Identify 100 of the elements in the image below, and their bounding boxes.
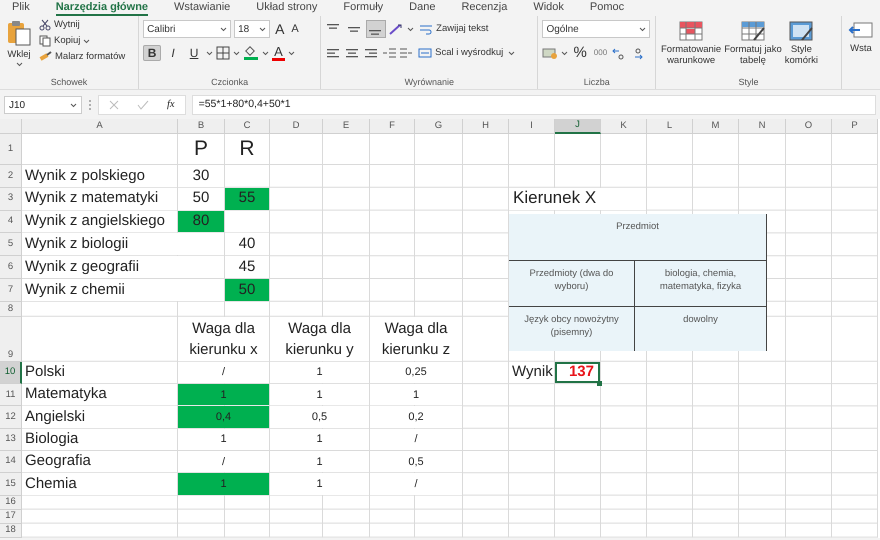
sheet-cell[interactable]: 0,4 xyxy=(178,406,269,428)
menu-tab[interactable]: Pomoc xyxy=(590,0,624,16)
column-header[interactable]: L xyxy=(647,119,693,134)
percent-button[interactable]: % xyxy=(571,46,589,60)
row-header[interactable]: 4 xyxy=(0,210,22,234)
align-icon[interactable] xyxy=(363,46,380,60)
paste-button[interactable]: Wklej xyxy=(4,18,34,75)
row-header[interactable]: 7 xyxy=(0,278,22,302)
column-header[interactable]: N xyxy=(739,119,786,134)
bold-button[interactable]: B xyxy=(143,45,162,61)
row-header[interactable]: 16 xyxy=(0,496,22,510)
grip-icon xyxy=(88,99,92,111)
name-box[interactable]: J10 xyxy=(4,96,82,114)
column-header[interactable]: G xyxy=(415,119,463,134)
font-name-field[interactable]: Calibri xyxy=(143,20,232,38)
row-header[interactable]: 10 xyxy=(0,362,22,384)
currency-icon[interactable] xyxy=(542,46,558,60)
indent-icon[interactable] xyxy=(382,46,396,60)
row-header[interactable]: 9 xyxy=(0,316,22,362)
fill-color-icon[interactable] xyxy=(243,46,260,60)
column-header[interactable]: I xyxy=(509,119,555,134)
column-header[interactable]: K xyxy=(601,119,647,134)
menu-tab[interactable]: Formuły xyxy=(343,0,384,16)
underline-button[interactable]: U xyxy=(185,46,204,60)
font-size-field[interactable]: 18 xyxy=(234,20,270,38)
column-header[interactable]: F xyxy=(370,119,415,134)
row-header[interactable]: 5 xyxy=(0,233,22,256)
column-header[interactable]: O xyxy=(786,119,832,134)
caret-icon xyxy=(233,50,240,56)
row-header[interactable]: 2 xyxy=(0,165,22,188)
copy-icon xyxy=(39,35,51,47)
menu-tab[interactable]: Widok xyxy=(533,0,564,16)
menu-tab[interactable]: Układ strony xyxy=(256,0,318,16)
sheet-cell[interactable]: 1 xyxy=(178,473,269,495)
italic-button[interactable]: I xyxy=(164,46,182,60)
column-header[interactable]: A xyxy=(22,119,178,134)
formula-field[interactable]: =55*1+80*0,4+50*1 xyxy=(192,95,876,115)
shrink-font-button[interactable]: A xyxy=(289,22,301,36)
brush-icon xyxy=(39,51,52,63)
column-header[interactable]: B xyxy=(178,119,225,134)
column-header[interactable]: D xyxy=(270,119,323,134)
indent-icon[interactable] xyxy=(399,46,414,60)
column-header[interactable]: J xyxy=(555,119,601,134)
menu-tab[interactable]: Recenzja xyxy=(461,0,508,16)
row-header[interactable]: 15 xyxy=(0,473,22,496)
sheet-cell[interactable]: Waga dla kierunku x xyxy=(178,316,269,361)
table-cell: dowolny xyxy=(635,307,767,351)
sheet-cell[interactable]: 55 xyxy=(225,188,269,210)
menu-tab[interactable]: Wstawianie xyxy=(174,0,230,16)
sheet-cell[interactable]: 1 xyxy=(270,384,369,406)
row-header[interactable]: 8 xyxy=(0,302,22,317)
group-label: Wyrównanie xyxy=(404,76,456,89)
cell-styles-button[interactable]: Style komórki xyxy=(784,18,820,75)
sheet-cell[interactable]: Wynik z chemii xyxy=(22,278,224,301)
insert-function-button[interactable]: fx xyxy=(167,97,175,113)
row-header[interactable]: 11 xyxy=(0,384,22,406)
row-header[interactable]: 6 xyxy=(0,256,22,279)
format-painter-button[interactable]: Malarz formatów xyxy=(37,50,128,64)
menu-tab[interactable]: Plik xyxy=(12,0,30,16)
column-header[interactable]: C xyxy=(225,119,270,134)
insert-button[interactable]: Wsta xyxy=(846,18,876,55)
increase-decimal-icon[interactable] xyxy=(612,46,626,60)
font-color-button[interactable]: A xyxy=(272,46,285,60)
row-header[interactable]: 13 xyxy=(0,428,22,451)
number-format-field[interactable]: Ogólne xyxy=(542,20,650,38)
format-as-table-button[interactable]: Formatuj jako tabelę xyxy=(723,18,783,75)
wrap-text-button[interactable]: Zawijaj tekst xyxy=(417,22,490,36)
align-icon[interactable] xyxy=(367,21,386,37)
column-header[interactable]: P xyxy=(832,119,878,134)
column-header[interactable]: E xyxy=(323,119,370,134)
row-header[interactable]: 17 xyxy=(0,510,22,524)
sheet-cell[interactable]: 1 xyxy=(178,384,269,406)
align-icon[interactable] xyxy=(325,46,342,60)
sheet-cell[interactable]: Waga dla kierunku y xyxy=(270,316,369,361)
menu-tab[interactable]: Dane xyxy=(409,0,436,16)
merge-icon xyxy=(418,47,432,59)
borders-icon[interactable] xyxy=(216,46,230,60)
thousands-button[interactable]: 000 xyxy=(592,46,610,60)
orientation-icon[interactable] xyxy=(388,22,404,36)
merge-center-button[interactable]: Scal i wyśrodkuj xyxy=(416,46,506,60)
sheet-cell[interactable]: 1 xyxy=(370,384,462,406)
align-icon[interactable] xyxy=(344,46,360,60)
row-header[interactable]: 1 xyxy=(0,134,22,165)
sheet-cell[interactable]: 50 xyxy=(225,278,269,301)
sheet-cell[interactable]: Waga dla kierunku z xyxy=(370,316,462,361)
sheet-cell[interactable]: 80 xyxy=(178,210,224,232)
check-icon[interactable] xyxy=(137,100,149,110)
row-header[interactable]: 3 xyxy=(0,188,22,211)
row-header[interactable]: 12 xyxy=(0,406,22,429)
sheet-cell[interactable]: Wynik z geografii xyxy=(22,256,224,278)
fill-handle[interactable] xyxy=(597,381,602,386)
copy-button[interactable]: Kopiuj xyxy=(37,34,128,48)
row-header[interactable]: 18 xyxy=(0,524,22,538)
cut-button[interactable]: Wytnij xyxy=(37,18,128,32)
sheet-cell[interactable]: 137 xyxy=(555,362,600,384)
row-header[interactable]: 14 xyxy=(0,450,22,474)
conditional-formatting-button[interactable]: Formatowanie warunkowe xyxy=(660,18,722,75)
column-header[interactable]: H xyxy=(463,119,509,134)
grow-font-button[interactable]: A xyxy=(273,22,286,36)
column-header[interactable]: M xyxy=(693,119,739,134)
